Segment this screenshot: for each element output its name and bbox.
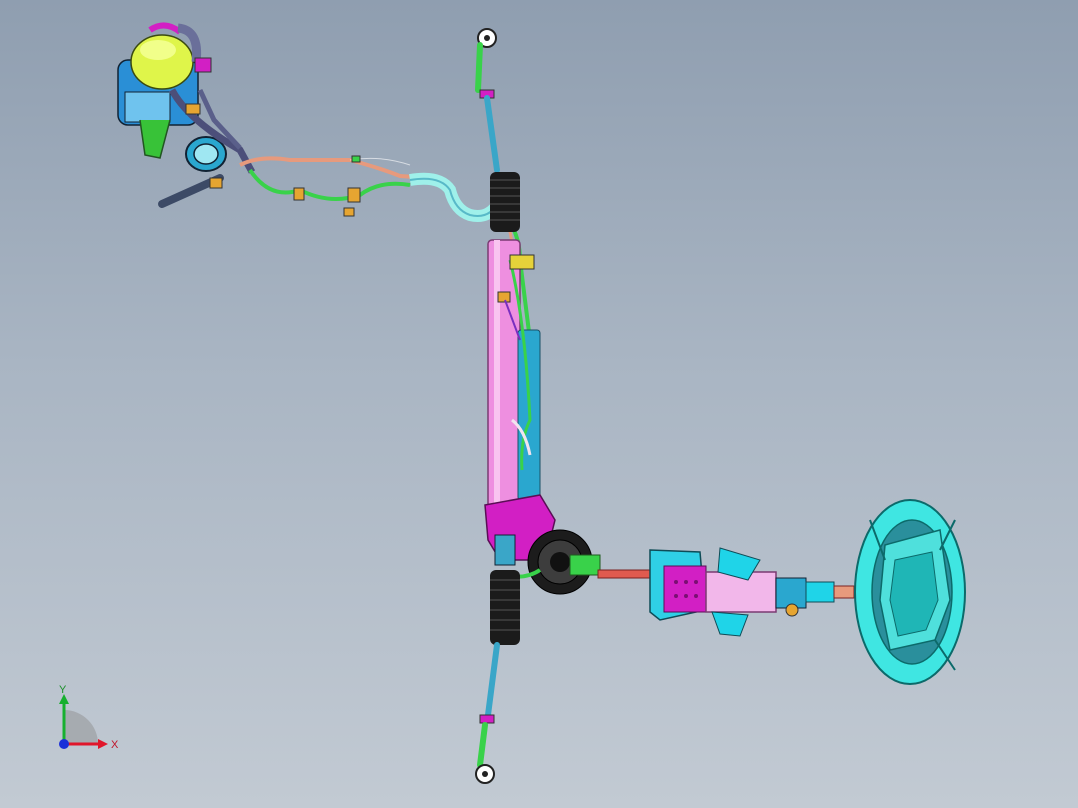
steering-wheel[interactable] [854, 499, 966, 685]
tie-rod-lower[interactable] [475, 570, 520, 784]
y-axis-label: Y [59, 684, 67, 696]
axis-triad: Y X [59, 684, 119, 751]
steering-column[interactable] [597, 547, 855, 637]
steering-system-model[interactable] [0, 0, 1078, 808]
pressure-hose-lines[interactable] [239, 155, 533, 441]
cad-viewport[interactable]: Y X [0, 0, 1078, 808]
rack-boot-lower[interactable] [490, 570, 520, 645]
x-axis-label: X [111, 739, 119, 751]
steering-rack-housing[interactable] [487, 172, 541, 521]
tie-rod-upper[interactable] [475, 28, 500, 173]
z-axis-origin [59, 739, 69, 749]
power-steering-pump-assembly[interactable] [117, 22, 256, 208]
rack-boot-upper[interactable] [490, 172, 520, 232]
